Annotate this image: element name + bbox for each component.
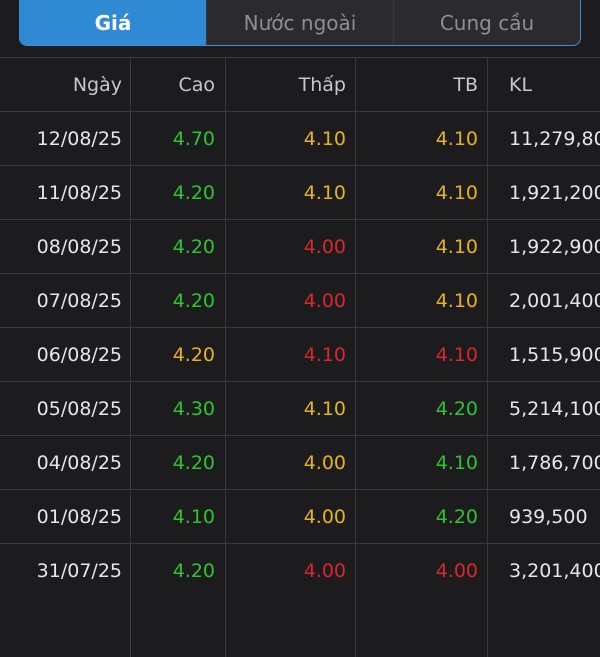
avg-cell: 4.10 bbox=[435, 289, 478, 312]
tab-cung-cau[interactable]: Cung cầu bbox=[393, 0, 580, 45]
high-cell: 4.20 bbox=[172, 451, 215, 474]
avg-cell: 4.20 bbox=[435, 397, 478, 420]
segmented-control: Giá Nước ngoài Cung cầu bbox=[19, 0, 581, 46]
volume-cell: 1,922,900 bbox=[509, 235, 600, 258]
low-cell: 4.00 bbox=[303, 451, 346, 474]
high-cell: 4.20 bbox=[172, 181, 215, 204]
low-cell: 4.10 bbox=[303, 181, 346, 204]
table-row[interactable]: 11/08/25 4.20 4.10 4.10 1,921,200 bbox=[0, 165, 600, 219]
high-cell: 4.20 bbox=[172, 235, 215, 258]
date-cell: 31/07/25 bbox=[36, 559, 122, 582]
low-cell: 4.00 bbox=[303, 559, 346, 582]
header-volume[interactable]: KL bbox=[487, 58, 600, 111]
avg-cell: 4.10 bbox=[435, 235, 478, 258]
avg-cell: 4.20 bbox=[435, 505, 478, 528]
header-high[interactable]: Cao bbox=[130, 58, 225, 111]
date-cell: 08/08/25 bbox=[36, 235, 122, 258]
high-cell: 4.20 bbox=[172, 559, 215, 582]
avg-cell: 4.00 bbox=[435, 559, 478, 582]
volume-cell: 1,921,200 bbox=[509, 181, 600, 204]
avg-cell: 4.10 bbox=[435, 451, 478, 474]
table-row[interactable]: 06/08/25 4.20 4.10 4.10 1,515,900 bbox=[0, 327, 600, 381]
tab-nuoc-ngoai[interactable]: Nước ngoài bbox=[206, 0, 393, 45]
volume-cell: 3,201,400 bbox=[509, 559, 600, 582]
date-cell: 01/08/25 bbox=[36, 505, 122, 528]
table-header: Ngày Cao Thấp TB KL bbox=[0, 57, 600, 111]
volume-cell: 939,500 bbox=[509, 505, 588, 528]
table-row[interactable]: 07/08/25 4.20 4.00 4.10 2,001,400 bbox=[0, 273, 600, 327]
volume-cell: 1,515,900 bbox=[509, 343, 600, 366]
low-cell: 4.10 bbox=[303, 127, 346, 150]
tab-gia[interactable]: Giá bbox=[20, 0, 206, 45]
table-row[interactable]: 31/07/25 4.20 4.00 4.00 3,201,400 bbox=[0, 543, 600, 597]
date-cell: 11/08/25 bbox=[36, 181, 122, 204]
volume-cell: 11,279,800 bbox=[509, 127, 600, 150]
avg-cell: 4.10 bbox=[435, 127, 478, 150]
price-history-table: Ngày Cao Thấp TB KL 12/08/25 4.70 4.10 4.10… bbox=[0, 57, 600, 597]
low-cell: 4.00 bbox=[303, 289, 346, 312]
high-cell: 4.30 bbox=[172, 397, 215, 420]
table-row[interactable]: 04/08/25 4.20 4.00 4.10 1,786,700 bbox=[0, 435, 600, 489]
table-row[interactable]: 01/08/25 4.10 4.00 4.20 939,500 bbox=[0, 489, 600, 543]
volume-cell: 1,786,700 bbox=[509, 451, 600, 474]
table-row[interactable]: 05/08/25 4.30 4.10 4.20 5,214,100 bbox=[0, 381, 600, 435]
date-cell: 05/08/25 bbox=[36, 397, 122, 420]
date-cell: 12/08/25 bbox=[36, 127, 122, 150]
low-cell: 4.10 bbox=[303, 343, 346, 366]
avg-cell: 4.10 bbox=[435, 343, 478, 366]
table-row[interactable]: 08/08/25 4.20 4.00 4.10 1,922,900 bbox=[0, 219, 600, 273]
table-row[interactable]: 12/08/25 4.70 4.10 4.10 11,279,800 bbox=[0, 111, 600, 165]
low-cell: 4.10 bbox=[303, 397, 346, 420]
avg-cell: 4.10 bbox=[435, 181, 478, 204]
low-cell: 4.00 bbox=[303, 505, 346, 528]
date-cell: 04/08/25 bbox=[36, 451, 122, 474]
low-cell: 4.00 bbox=[303, 235, 346, 258]
volume-cell: 2,001,400 bbox=[509, 289, 600, 312]
header-low[interactable]: Thấp bbox=[225, 58, 355, 111]
high-cell: 4.20 bbox=[172, 289, 215, 312]
high-cell: 4.10 bbox=[172, 505, 215, 528]
header-date[interactable]: Ngày bbox=[0, 58, 130, 111]
date-cell: 06/08/25 bbox=[36, 343, 122, 366]
date-cell: 07/08/25 bbox=[36, 289, 122, 312]
high-cell: 4.70 bbox=[172, 127, 215, 150]
header-avg[interactable]: TB bbox=[355, 58, 487, 111]
volume-cell: 5,214,100 bbox=[509, 397, 600, 420]
high-cell: 4.20 bbox=[172, 343, 215, 366]
